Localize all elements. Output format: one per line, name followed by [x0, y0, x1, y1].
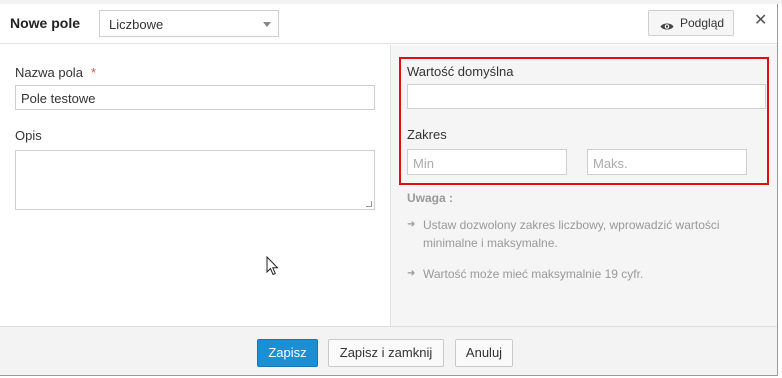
field-name-label-row: Nazwa pola *	[15, 65, 96, 80]
range-min-placeholder: Min	[413, 156, 434, 171]
range-label: Zakres	[407, 127, 447, 142]
note-item: ➜ Wartość może mieć maksymalnie 19 cyfr.	[407, 265, 757, 283]
field-type-value: Liczbowe	[109, 17, 164, 32]
range-max-placeholder: Maks.	[593, 156, 628, 171]
note-text: Ustaw dozwolony zakres liczbowy, wprowad…	[423, 218, 720, 250]
note-text: Wartość może mieć maksymalnie 19 cyfr.	[423, 267, 644, 281]
field-name-label: Nazwa pola	[15, 65, 83, 80]
resize-handle[interactable]	[366, 201, 372, 207]
right-column: Wartość domyślna Zakres Min Maks. Uwaga …	[390, 45, 777, 326]
preview-label: Podgląd	[680, 16, 725, 30]
note-item: ➜ Ustaw dozwolony zakres liczbowy, wprow…	[407, 216, 757, 252]
dialog-title: Nowe pole	[10, 15, 81, 31]
field-type-select[interactable]: Liczbowe	[99, 10, 279, 37]
field-name-value: Pole testowe	[21, 91, 96, 106]
description-label: Opis	[15, 128, 42, 143]
arrow-right-icon: ➜	[407, 219, 416, 230]
default-value-label: Wartość domyślna	[407, 64, 514, 79]
left-column: Nazwa pola * Pole testowe Opis	[0, 45, 390, 326]
mouse-cursor-icon	[266, 255, 279, 279]
eye-icon	[660, 19, 674, 34]
dialog-footer: Zapisz Zapisz i zamknij Anuluj	[0, 326, 777, 375]
field-name-input[interactable]: Pole testowe	[15, 85, 375, 110]
new-field-dialog: Nowe pole Liczbowe Podgląd ✕ Nazwa pola *…	[0, 4, 778, 376]
default-value-input[interactable]	[407, 84, 766, 109]
save-button[interactable]: Zapisz	[257, 339, 318, 367]
cancel-button[interactable]: Anuluj	[455, 339, 513, 367]
chevron-down-icon	[263, 22, 271, 27]
description-textarea[interactable]	[15, 150, 375, 210]
required-mark: *	[90, 65, 96, 80]
dialog-header: Nowe pole Liczbowe Podgląd ✕	[0, 4, 777, 44]
close-icon[interactable]: ✕	[754, 13, 767, 29]
save-and-close-button[interactable]: Zapisz i zamknij	[328, 339, 444, 367]
note-title: Uwaga :	[407, 191, 454, 205]
range-max-input[interactable]: Maks.	[587, 149, 747, 175]
arrow-right-icon: ➜	[407, 268, 416, 279]
preview-button[interactable]: Podgląd	[648, 10, 734, 36]
range-min-input[interactable]: Min	[407, 149, 567, 175]
